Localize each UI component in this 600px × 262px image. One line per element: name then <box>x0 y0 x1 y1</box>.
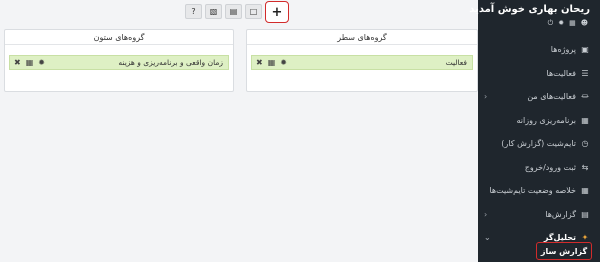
column-groups-panel: گروه‌های ستون زمان واقعی و برنامه‌ریزی و… <box>4 29 234 92</box>
sidebar-item-label: گزارش‌ها <box>545 209 576 219</box>
grid-icon[interactable]: ▦ <box>569 19 576 28</box>
sidebar: ریحان بهاری خوش آمدید ☻ ▦ ✹ ⏻ ▣ پروژه‌ها… <box>469 0 600 262</box>
sidebar-item-projects[interactable]: ▣ پروژه‌ها <box>478 38 600 62</box>
toolbar: ? ▧ ▤ □ + <box>185 1 289 23</box>
sidebar-subitem-label: گزارش ساز <box>540 246 588 256</box>
power-icon[interactable]: ⏻ <box>548 19 554 28</box>
sidebar-subitem-report-builder[interactable]: گزارش ساز <box>536 242 592 260</box>
sidebar-item-label: فعالیت‌ها <box>546 68 576 78</box>
new-file-button[interactable]: □ <box>245 4 262 19</box>
user-icon[interactable]: ☻ <box>581 19 588 28</box>
row-group-actions: ✖ ▦ ✹ <box>252 58 287 67</box>
table-icon[interactable]: ▦ <box>268 58 276 67</box>
sidebar-item-label: فعالیت‌های من <box>527 92 576 102</box>
save-icon: ▤ <box>229 7 238 16</box>
file-icon: □ <box>249 7 258 16</box>
welcome-text: ریحان بهاری خوش آمدید <box>469 4 590 15</box>
sidebar-item-label: ثبت ورود/خروج <box>524 162 576 172</box>
sidebar-item-label: خلاصه وضعیت تایم‌شیت‌ها <box>489 186 576 196</box>
file-icon: ▤ <box>581 209 589 219</box>
clock-icon: ◷ <box>581 139 589 149</box>
sidebar-item-timesheet[interactable]: ◷ تایم‌شیت (گزارش کار) <box>478 132 600 156</box>
row-group-item[interactable]: فعالیت ✖ ▦ ✹ <box>251 55 473 70</box>
magic-wand-icon: ✦ <box>581 233 589 243</box>
user-icons: ☻ ▦ ✹ ⏻ <box>548 19 588 28</box>
sidebar-item-label: تحلیل‌گر <box>543 233 576 243</box>
swap-icon: ⇆ <box>581 162 589 172</box>
chevron-left-icon: ‹ <box>484 209 488 219</box>
sidebar-item-label: پروژه‌ها <box>550 45 576 55</box>
sidebar-item-label: تایم‌شیت (گزارش کار) <box>501 139 576 149</box>
column-groups-title: گروه‌های ستون <box>5 30 233 45</box>
chevron-down-icon: ⌄ <box>484 233 491 243</box>
sidebar-item-my-activities[interactable]: ⏛ فعالیت‌های من ‹ <box>478 85 600 109</box>
calendar-grid-icon: ▦ <box>581 115 589 125</box>
list-icon: ☰ <box>581 68 589 78</box>
help-icon: ? <box>191 7 196 16</box>
sidebar-item-daily-planning[interactable]: ▦ برنامه‌ریزی روزانه <box>478 109 600 133</box>
sidebar-menu: ▣ پروژه‌ها ☰ فعالیت‌ها ⏛ فعالیت‌های من ‹… <box>478 38 600 250</box>
help-button[interactable]: ? <box>185 4 202 19</box>
row-group-label: فعالیت <box>445 58 467 67</box>
sidebar-item-reports[interactable]: ▤ گزارش‌ها ‹ <box>478 203 600 227</box>
sidebar-item-label: برنامه‌ریزی روزانه <box>516 115 576 125</box>
briefcase-icon: ▣ <box>581 45 589 55</box>
sidebar-item-check-in-out[interactable]: ⇆ ثبت ورود/خروج <box>478 156 600 180</box>
export-icon: ▧ <box>209 7 218 16</box>
column-group-label: زمان واقعی و برنامه‌ریزی و هزینه <box>118 58 223 67</box>
gear-icon[interactable]: ✹ <box>558 19 564 28</box>
sidebar-item-activities[interactable]: ☰ فعالیت‌ها <box>478 62 600 86</box>
app-root: ? ▧ ▤ □ + گروه‌های ستون زمان واقعی و برن… <box>0 0 600 262</box>
row-groups-panel: گروه‌های سطر فعالیت ✖ ▦ ✹ <box>246 29 478 92</box>
close-icon[interactable]: ✖ <box>14 58 21 67</box>
close-icon[interactable]: ✖ <box>256 58 263 67</box>
chevron-left-icon: ‹ <box>484 92 488 102</box>
column-group-actions: ✖ ▦ ✹ <box>10 58 45 67</box>
sidebar-item-timesheet-summary[interactable]: ▦ خلاصه وضعیت تایم‌شیت‌ها <box>478 179 600 203</box>
table-icon[interactable]: ▦ <box>26 58 34 67</box>
gear-icon[interactable]: ✹ <box>280 58 287 67</box>
export-button[interactable]: ▧ <box>205 4 222 19</box>
microphone-icon: ⏛ <box>581 92 589 102</box>
gear-icon[interactable]: ✹ <box>38 58 45 67</box>
table-icon: ▦ <box>581 186 589 196</box>
save-button[interactable]: ▤ <box>225 4 242 19</box>
row-groups-title: گروه‌های سطر <box>247 30 477 45</box>
add-icon: + <box>271 4 283 20</box>
add-button[interactable]: + <box>265 1 289 23</box>
column-group-item[interactable]: زمان واقعی و برنامه‌ریزی و هزینه ✖ ▦ ✹ <box>9 55 229 70</box>
